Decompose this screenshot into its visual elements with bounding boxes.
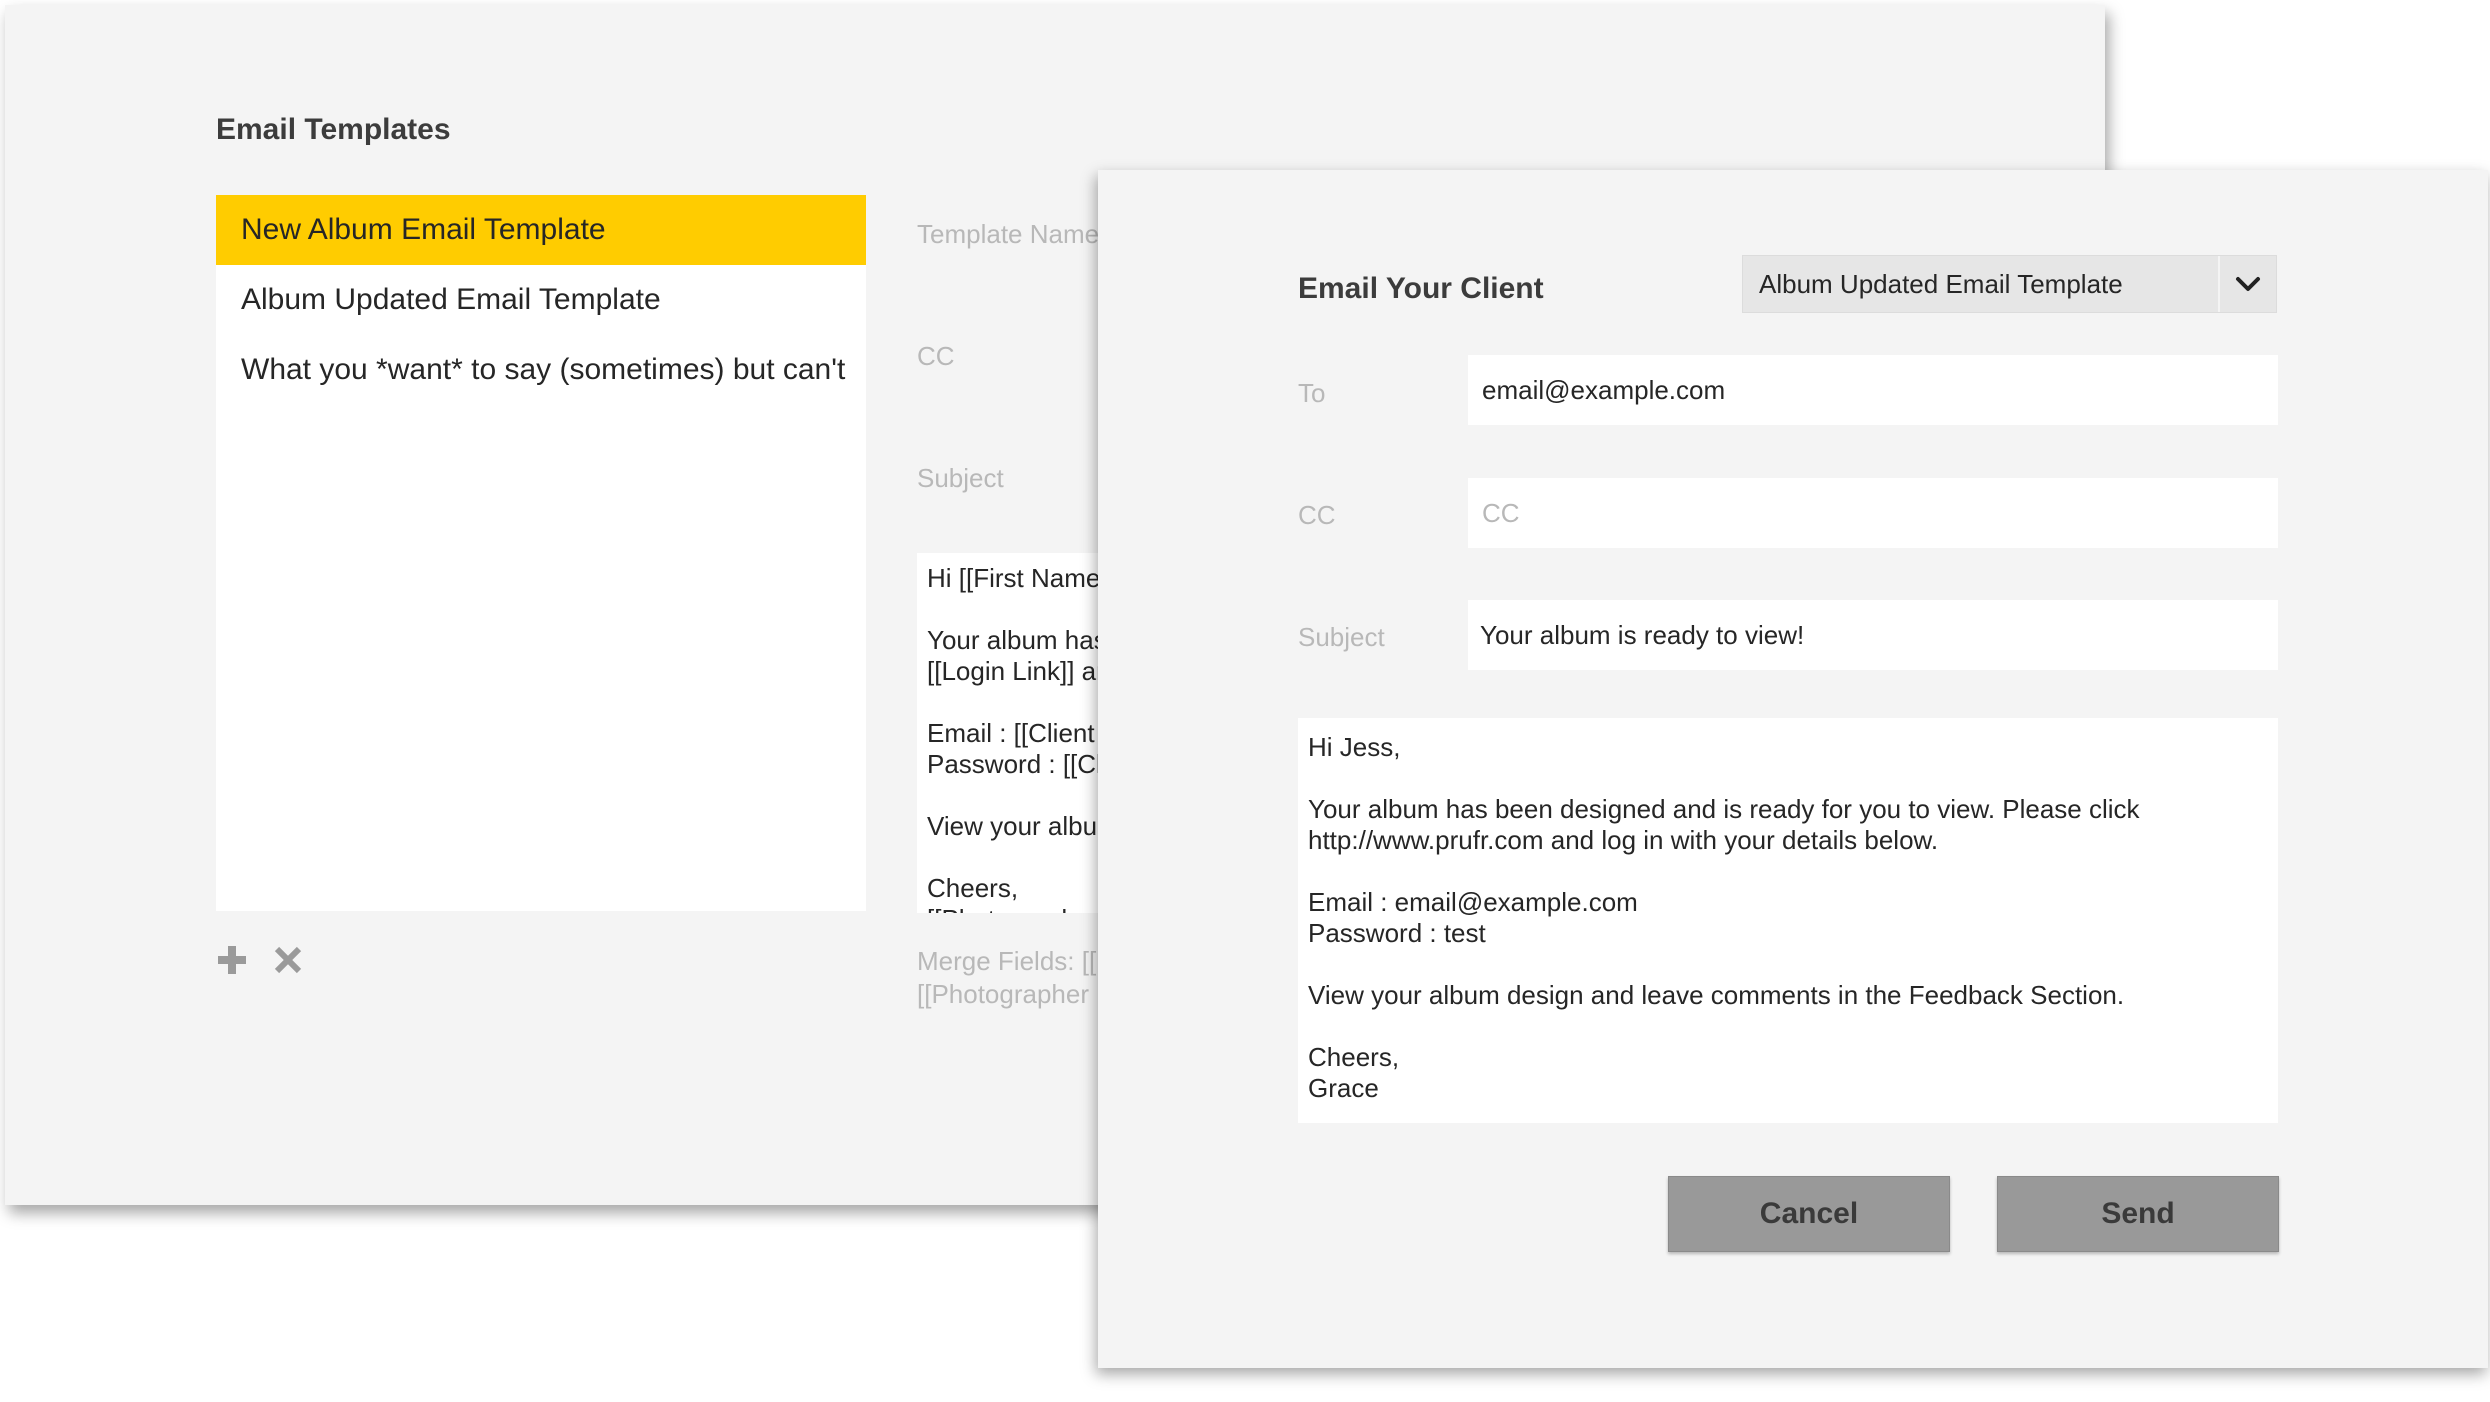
panel-title: Email Templates — [216, 113, 451, 146]
subject-label: Subject — [917, 463, 1004, 493]
cc-field[interactable] — [1468, 478, 2278, 548]
body-line: Cheers, — [1308, 1042, 1400, 1072]
modal-title: Email Your Client — [1298, 272, 1544, 305]
email-body-editor[interactable]: Hi Jess, Your album has been designed an… — [1298, 718, 2278, 1123]
template-item-new-album[interactable]: New Album Email Template — [216, 195, 866, 265]
cancel-button[interactable]: Cancel — [1668, 1176, 1950, 1252]
template-select[interactable]: Album Updated Email Template — [1742, 255, 2277, 313]
body-line: Grace — [1308, 1073, 1379, 1103]
template-item-album-updated[interactable]: Album Updated Email Template — [216, 265, 866, 335]
close-icon[interactable] — [272, 944, 304, 976]
screen: Email Templates New Album Email Template… — [0, 0, 2490, 1402]
body-line: Password : test — [1308, 918, 1486, 948]
chevron-down-icon[interactable] — [2218, 256, 2276, 312]
list-actions — [216, 935, 304, 985]
to-field[interactable] — [1468, 355, 2278, 425]
body-line: View your album design and leave comment… — [1308, 980, 2125, 1010]
cc-label: CC — [917, 341, 955, 371]
template-select-value: Album Updated Email Template — [1759, 268, 2123, 299]
template-name-label: Template Name — [917, 219, 1100, 249]
body-line: Your album has been designed and is read… — [1308, 794, 2140, 824]
body-line: Email : email@example.com — [1308, 887, 1638, 917]
subject-field[interactable] — [1468, 600, 2278, 670]
body-line: Hi Jess, — [1308, 732, 1401, 762]
send-button[interactable]: Send — [1997, 1176, 2279, 1252]
subject-label: Subject — [1298, 622, 1385, 652]
cc-label: CC — [1298, 500, 1336, 530]
template-list: New Album Email Template Album Updated E… — [216, 195, 866, 911]
to-label: To — [1298, 378, 1326, 408]
body-line: http://www.prufr.com and log in with you… — [1308, 825, 1939, 855]
email-client-modal: Email Your Client Album Updated Email Te… — [1098, 170, 2488, 1368]
template-item-what-you-want[interactable]: What you *want* to say (sometimes) but c… — [216, 335, 866, 405]
plus-icon[interactable] — [216, 944, 248, 976]
